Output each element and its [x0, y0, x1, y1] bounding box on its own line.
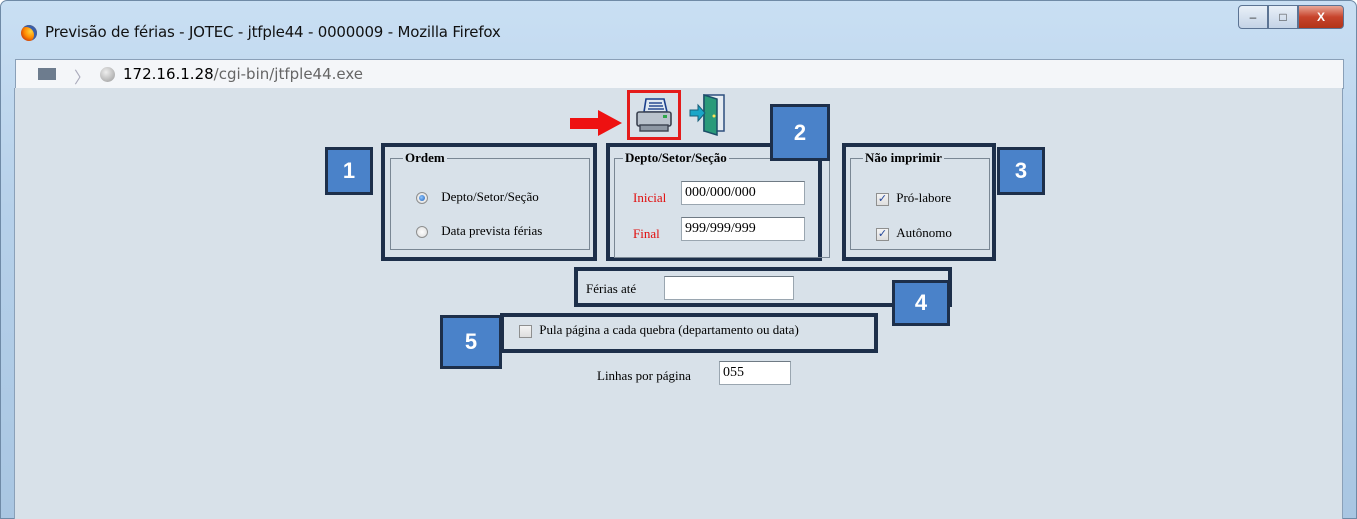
- minimize-button[interactable]: –: [1238, 5, 1268, 29]
- radio-depto[interactable]: [416, 192, 428, 205]
- ordem-legend: Ordem: [403, 150, 447, 166]
- final-label: Final: [633, 226, 660, 241]
- window-title: Previsão de férias - JOTEC - jtfple44 - …: [45, 23, 501, 41]
- ferias-ate-input[interactable]: [664, 276, 794, 300]
- tab-groups-icon[interactable]: [38, 68, 56, 80]
- inicial-input[interactable]: 000/000/000: [681, 181, 805, 205]
- ordem-option-data[interactable]: Data prevista férias: [416, 223, 542, 239]
- close-button[interactable]: X: [1298, 5, 1344, 29]
- globe-icon: [100, 67, 115, 82]
- pro-labore-option[interactable]: ✓ Pró-labore: [876, 190, 951, 206]
- chevron-right-icon: 〉: [74, 70, 91, 87]
- print-button[interactable]: [627, 90, 681, 140]
- annotation-badge-1: 1: [325, 147, 373, 195]
- annotation-badge-4: 4: [892, 280, 950, 326]
- radio-data-prevista[interactable]: [416, 226, 428, 239]
- final-input[interactable]: 999/999/999: [681, 217, 805, 241]
- ferias-ate-label: Férias até: [586, 281, 637, 296]
- autonomo-label: Autônomo: [896, 225, 952, 240]
- depto-fieldset: Depto/Setor/Seção: [614, 150, 830, 258]
- pro-labore-label: Pró-labore: [896, 190, 952, 205]
- url-host: 172.16.1.28: [123, 65, 214, 83]
- url-path: /cgi-bin/jtfple44.exe: [213, 65, 364, 83]
- red-arrow-icon: [570, 110, 622, 136]
- title-bar: Previsão de férias - JOTEC - jtfple44 - …: [1, 1, 1356, 59]
- autonomo-option[interactable]: ✓ Autônomo: [876, 225, 952, 241]
- pula-pagina-option[interactable]: Pula página a cada quebra (departamento …: [519, 322, 799, 338]
- autonomo-checkbox[interactable]: ✓: [876, 227, 889, 241]
- address-bar[interactable]: 〉 172.16.1.28/cgi-bin/jtfple44.exe: [15, 59, 1344, 89]
- annotation-badge-3: 3: [997, 147, 1045, 195]
- pula-pagina-checkbox[interactable]: [519, 324, 532, 338]
- linhas-input[interactable]: 055: [719, 361, 791, 385]
- window-controls: – □ X: [1238, 5, 1344, 31]
- inicial-label: Inicial: [633, 190, 667, 205]
- depto-legend: Depto/Setor/Seção: [623, 150, 729, 166]
- nao-imprimir-legend: Não imprimir: [863, 150, 944, 166]
- pula-pagina-label: Pula página a cada quebra (departamento …: [539, 322, 799, 337]
- exit-button[interactable]: [688, 92, 728, 137]
- pro-labore-checkbox[interactable]: ✓: [876, 192, 889, 206]
- firefox-icon: [21, 25, 37, 41]
- annotation-badge-2: 2: [770, 104, 830, 161]
- annotation-badge-5: 5: [440, 315, 502, 369]
- ordem-option-depto-label: Depto/Setor/Seção: [441, 189, 539, 204]
- url-text[interactable]: 172.16.1.28/cgi-bin/jtfple44.exe: [123, 65, 363, 83]
- printer-icon: [636, 98, 672, 132]
- exit-door-icon: [689, 93, 725, 137]
- maximize-button[interactable]: □: [1268, 5, 1298, 29]
- linhas-label: Linhas por página: [597, 368, 691, 383]
- ordem-option-depto[interactable]: Depto/Setor/Seção: [416, 189, 539, 205]
- ordem-option-data-label: Data prevista férias: [441, 223, 543, 238]
